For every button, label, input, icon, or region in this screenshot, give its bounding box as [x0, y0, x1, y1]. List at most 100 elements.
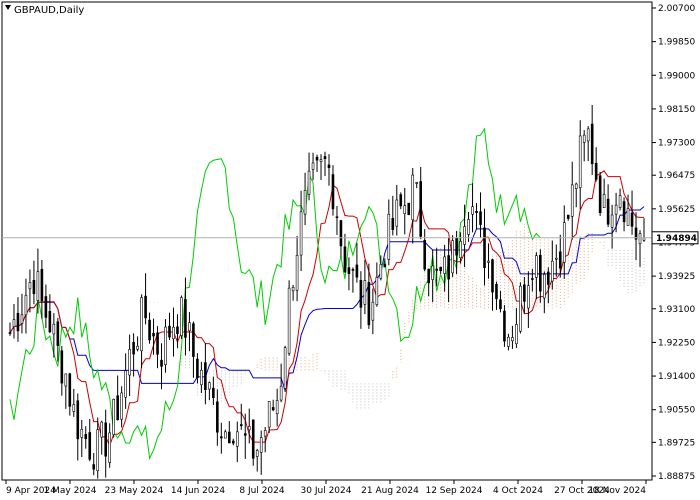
y-tick-label: 1.93100 — [658, 305, 695, 315]
candle-body — [295, 255, 299, 291]
candle-body — [391, 218, 395, 230]
candle-body — [503, 310, 506, 342]
candle-body — [56, 321, 60, 346]
candle-body — [547, 271, 550, 285]
candle-body — [124, 370, 127, 398]
candle-body — [80, 428, 84, 438]
candle-body — [112, 399, 115, 435]
candle-body — [52, 323, 56, 335]
candle-body — [495, 283, 498, 300]
x-tick-label: 1 May 2024 — [44, 486, 97, 496]
symbol-label: GBPAUD,Daily — [14, 5, 84, 16]
candle-body — [136, 345, 139, 350]
candle-body — [431, 265, 434, 280]
candle-body — [44, 296, 48, 318]
candle-body — [638, 233, 642, 245]
candle-body — [311, 162, 315, 170]
candle-body — [371, 301, 375, 321]
candle-body — [519, 285, 522, 332]
candle-body — [132, 342, 135, 355]
candle-body — [48, 311, 52, 333]
candle-body — [24, 295, 28, 316]
candle-body — [606, 198, 610, 225]
candle-body — [415, 182, 419, 184]
candle-body — [72, 404, 76, 412]
candle-body — [331, 174, 335, 210]
candle-body — [120, 392, 123, 420]
x-tick-label: 4 Oct 2024 — [493, 486, 543, 496]
candle-body — [279, 385, 283, 401]
candle-body — [104, 422, 107, 457]
candle-body — [243, 433, 247, 436]
x-tick-label: 30 Jul 2024 — [301, 486, 352, 496]
candle-body — [511, 337, 514, 342]
candle-body — [283, 347, 287, 389]
candle-body — [570, 184, 574, 217]
candle-body — [184, 299, 187, 338]
candle-body — [598, 175, 602, 214]
candle-body — [335, 216, 339, 219]
y-tick-label: 1.89725 — [658, 438, 695, 448]
candle-body — [259, 437, 263, 453]
candle-body — [16, 312, 20, 332]
candle-body — [251, 419, 255, 459]
candle-body — [140, 297, 143, 352]
candle-body — [383, 263, 387, 268]
candle-body — [403, 205, 407, 214]
candle-body — [427, 268, 430, 284]
y-tick-label: 1.99850 — [658, 38, 695, 48]
candle-body — [463, 226, 466, 245]
candle-body — [614, 204, 618, 215]
y-tick-label: 1.97300 — [658, 139, 695, 149]
candle-body — [100, 421, 104, 438]
trading-chart[interactable]: GBPAUD,Daily 2.00700 1.99850 1.99000 1.9815… — [0, 0, 700, 500]
candle-body — [467, 219, 470, 235]
y-tick-label: 1.93925 — [658, 272, 695, 282]
x-tick-label: 18 Nov 2024 — [588, 486, 646, 496]
candle-body — [176, 326, 179, 335]
candle-body — [411, 174, 415, 221]
candle-body — [275, 400, 279, 415]
candle-body — [475, 210, 478, 213]
candle-body — [188, 322, 191, 332]
y-tick-label: 1.90550 — [658, 406, 695, 416]
candle-body — [12, 319, 16, 327]
candle-body — [128, 349, 131, 376]
candle-body — [558, 251, 562, 269]
candle-body — [447, 255, 450, 280]
candle-body — [550, 260, 554, 282]
candle-body — [622, 201, 626, 223]
candle-body — [535, 255, 538, 278]
candle-body — [60, 350, 64, 384]
candle-body — [247, 426, 251, 431]
candle-body — [375, 277, 379, 305]
candle-body — [543, 274, 546, 299]
candle-body — [84, 434, 88, 440]
candle-body — [64, 373, 68, 387]
candle-body — [523, 284, 526, 302]
y-tick-label: 1.98150 — [658, 105, 695, 115]
candle-body — [196, 358, 199, 378]
candle-body — [610, 214, 614, 228]
chart-canvas[interactable]: GBPAUD,Daily 2.00700 1.99850 1.99000 1.9815… — [0, 0, 700, 500]
candle-body — [271, 407, 275, 411]
candle-body — [339, 220, 343, 247]
candle-body — [455, 237, 458, 256]
candle-body — [395, 199, 399, 227]
candle-body — [387, 213, 391, 260]
candle-body — [164, 326, 167, 365]
candle-body — [419, 181, 423, 237]
candle-body — [168, 325, 171, 338]
x-tick-label: 14 Jun 2024 — [171, 486, 225, 496]
candle-body — [263, 430, 267, 437]
y-tick-label: 1.92250 — [658, 338, 695, 348]
x-tick-label: 12 Sep 2024 — [425, 486, 482, 496]
candle-body — [224, 431, 227, 439]
candle-body — [343, 246, 347, 273]
candle-body — [36, 271, 40, 301]
candle-body — [566, 214, 570, 219]
candle-body — [267, 401, 271, 428]
candle-body — [291, 286, 295, 292]
candle-body — [28, 282, 32, 290]
candle-body — [228, 431, 231, 444]
